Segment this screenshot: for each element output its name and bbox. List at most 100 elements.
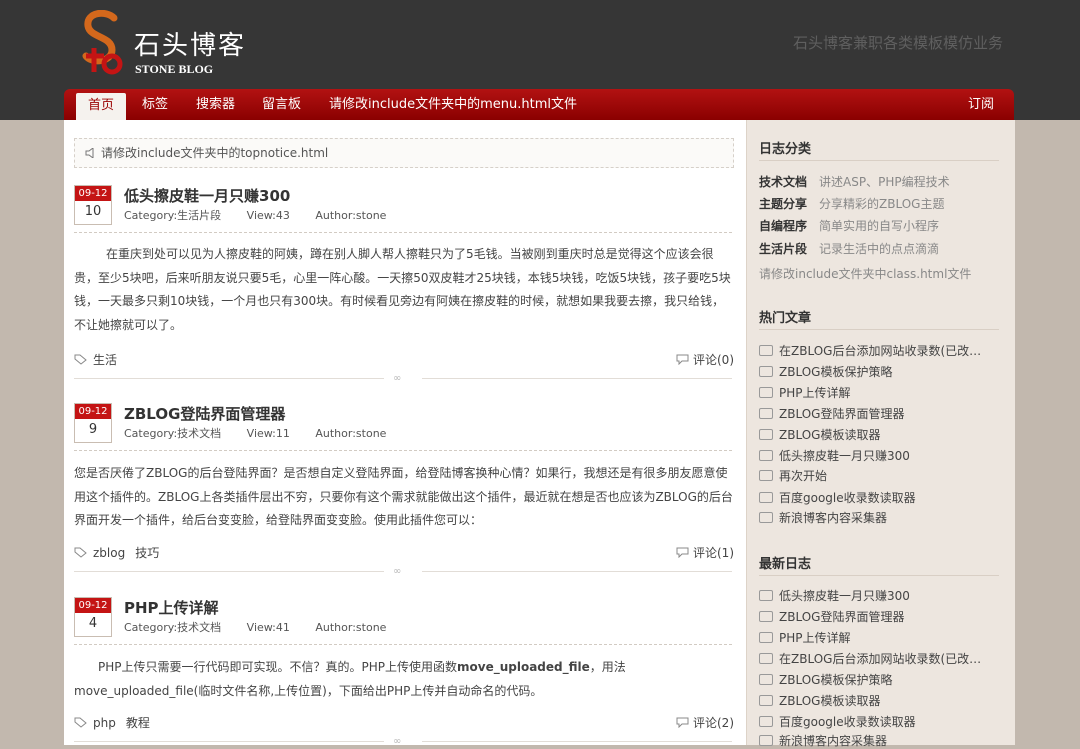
category-name[interactable]: 主题分享 — [759, 197, 807, 211]
post-category[interactable]: Category:技术文档 — [124, 621, 221, 634]
post-tag[interactable]: 生活 — [93, 353, 117, 367]
post-author[interactable]: Author:stone — [315, 621, 386, 634]
latest-post-item[interactable]: ZBLOG模板读取器 — [759, 692, 991, 709]
hot-article-title[interactable]: 低头擦皮鞋一月只赚300 — [779, 449, 910, 463]
top-notice: 请修改include文件夹中的topnotice.html — [74, 138, 734, 168]
nav-item-search[interactable]: 搜索器 — [196, 89, 235, 120]
category-item[interactable]: 技术文档 讲述ASP、PHP编程技术 — [759, 173, 950, 190]
tag-icon — [74, 547, 87, 558]
post-category[interactable]: Category:生活片段 — [124, 209, 221, 222]
nav-item-tags[interactable]: 标签 — [142, 89, 168, 120]
latest-post-item[interactable]: PHP上传详解 — [759, 629, 991, 646]
sidebar-hot-title: 热门文章 — [759, 311, 812, 326]
post-tags: 生活 — [74, 351, 127, 368]
hot-article-item[interactable]: 百度google收录数读取器 — [759, 489, 991, 506]
site-logo[interactable]: 石头博客 STONE BLOG — [78, 10, 248, 76]
post-tag[interactable]: 技巧 — [135, 546, 159, 560]
post-title[interactable]: PHP上传详解 — [124, 597, 219, 618]
hot-article-item[interactable]: 在ZBLOG后台添加网站收录数(已改为... — [759, 342, 991, 359]
latest-post-item[interactable]: 低头擦皮鞋一月只赚300 — [759, 587, 991, 604]
main-column: 请修改include文件夹中的topnotice.html 09-12 10 低… — [64, 120, 746, 747]
category-desc: 简单实用的自写小程序 — [819, 219, 940, 233]
post-author[interactable]: Author:stone — [315, 209, 386, 222]
post-date-month: 09-12 — [75, 186, 111, 201]
category-name[interactable]: 自编程序 — [759, 219, 807, 233]
post-tag[interactable]: 教程 — [126, 716, 150, 730]
post-date-day: 10 — [84, 204, 102, 219]
comment-icon — [676, 717, 689, 729]
post-separator — [74, 232, 732, 233]
latest-post-item[interactable]: 在ZBLOG后台添加网站收录数(已改为... — [759, 650, 991, 667]
hot-article-title[interactable]: 再次开始 — [779, 469, 827, 483]
post-body: 在重庆到处可以见为人擦皮鞋的阿姨，蹲在别人脚人帮人擦鞋只为了5毛钱。当被刚到重庆… — [74, 247, 731, 332]
post-meta: Category:生活片段 View:43 Author:stone — [124, 207, 408, 223]
post-separator — [74, 644, 732, 645]
post-title[interactable]: 低头擦皮鞋一月只赚300 — [124, 185, 290, 206]
post-body: PHP上传只需要一行代码即可实现。不信？真的。PHP上传使用函数move_upl… — [74, 656, 734, 703]
site-tagline: 石头博客兼职各类模板模仿业务 — [792, 34, 1003, 52]
post-comments[interactable]: 评论(2) — [676, 714, 734, 731]
latest-post-item[interactable]: ZBLOG模板保护策略 — [759, 671, 991, 688]
post-tag[interactable]: zblog — [93, 546, 125, 560]
post-meta: Category:技术文档 View:41 Author:stone — [124, 619, 408, 635]
category-item[interactable]: 自编程序 简单实用的自写小程序 — [759, 217, 939, 234]
latest-post-title[interactable]: 新浪博客内容采集器 — [779, 734, 887, 748]
hot-article-item[interactable]: 新浪博客内容采集器 — [759, 509, 991, 526]
latest-post-title[interactable]: 百度google收录数读取器 — [779, 715, 916, 729]
sidebar: 日志分类 技术文档 讲述ASP、PHP编程技术 主题分享 分享精彩的ZBLOG主题 … — [746, 120, 1015, 748]
nav-item-subscribe[interactable]: 订阅 — [968, 89, 994, 120]
top-notice-text: 请修改include文件夹中的topnotice.html — [101, 146, 329, 160]
latest-post-title[interactable]: ZBLOG模板保护策略 — [779, 673, 892, 687]
hot-article-item[interactable]: ZBLOG模板保护策略 — [759, 363, 991, 380]
latest-post-item[interactable]: 百度google收录数读取器 — [759, 713, 991, 730]
sidebar-latest-title: 最新日志 — [759, 557, 812, 572]
article-icon — [759, 450, 773, 461]
category-item[interactable]: 生活片段 记录生活中的点点滴滴 — [759, 240, 939, 257]
article-icon — [759, 345, 773, 356]
hot-article-item[interactable]: PHP上传详解 — [759, 384, 991, 401]
article-icon — [759, 632, 773, 643]
nav-item-guestbook[interactable]: 留言板 — [262, 89, 301, 120]
latest-post-title[interactable]: ZBLOG模板读取器 — [779, 694, 880, 708]
nav-item-menu-note[interactable]: 请修改include文件夹中的menu.html文件 — [329, 89, 577, 120]
latest-post-title[interactable]: 在ZBLOG后台添加网站收录数(已改为... — [779, 652, 991, 666]
hot-article-title[interactable]: ZBLOG模板保护策略 — [779, 365, 892, 379]
post-tag[interactable]: php — [93, 716, 116, 730]
hot-article-item[interactable]: ZBLOG登陆界面管理器 — [759, 405, 991, 422]
hot-article-item[interactable]: 再次开始 — [759, 467, 991, 484]
category-name[interactable]: 技术文档 — [759, 175, 807, 189]
post-separator — [74, 450, 732, 451]
categories-note: 请修改include文件夹中class.html文件 — [759, 267, 972, 281]
hot-article-title[interactable]: PHP上传详解 — [779, 386, 851, 400]
hot-article-title[interactable]: ZBLOG模板读取器 — [779, 428, 880, 442]
hot-article-title[interactable]: 在ZBLOG后台添加网站收录数(已改为... — [779, 344, 991, 358]
post-comments[interactable]: 评论(0) — [676, 351, 734, 368]
tag-icon — [74, 354, 87, 365]
category-desc: 记录生活中的点点滴滴 — [819, 242, 940, 256]
latest-post-title[interactable]: PHP上传详解 — [779, 631, 851, 645]
post-comments-label: 评论(0) — [693, 353, 734, 367]
latest-post-title[interactable]: ZBLOG登陆界面管理器 — [779, 610, 904, 624]
post-category[interactable]: Category:技术文档 — [124, 427, 221, 440]
post-views: View:41 — [246, 621, 290, 634]
hot-article-item[interactable]: 低头擦皮鞋一月只赚300 — [759, 447, 991, 464]
post-comments[interactable]: 评论(1) — [676, 544, 734, 561]
post-author[interactable]: Author:stone — [315, 427, 386, 440]
post-title[interactable]: ZBLOG登陆界面管理器 — [124, 403, 285, 424]
category-item[interactable]: 主题分享 分享精彩的ZBLOG主题 — [759, 195, 944, 212]
hot-article-title[interactable]: 百度google收录数读取器 — [779, 491, 916, 505]
hot-article-title[interactable]: 新浪博客内容采集器 — [779, 511, 887, 525]
hot-article-item[interactable]: ZBLOG模板读取器 — [759, 426, 991, 443]
sidebar-divider — [759, 329, 999, 330]
latest-post-item[interactable]: 新浪博客内容采集器 — [759, 732, 991, 749]
post-tags: zblog 技巧 — [74, 544, 169, 561]
post-meta: Category:技术文档 View:11 Author:stone — [124, 425, 408, 441]
article-icon — [759, 674, 773, 685]
main-nav: 首页 标签 搜索器 留言板 请修改include文件夹中的menu.html文件… — [64, 89, 1014, 120]
latest-post-title[interactable]: 低头擦皮鞋一月只赚300 — [779, 589, 910, 603]
category-name[interactable]: 生活片段 — [759, 242, 807, 256]
nav-item-home[interactable]: 首页 — [76, 93, 126, 120]
category-desc: 讲述ASP、PHP编程技术 — [819, 175, 950, 189]
latest-post-item[interactable]: ZBLOG登陆界面管理器 — [759, 608, 991, 625]
hot-article-title[interactable]: ZBLOG登陆界面管理器 — [779, 407, 904, 421]
